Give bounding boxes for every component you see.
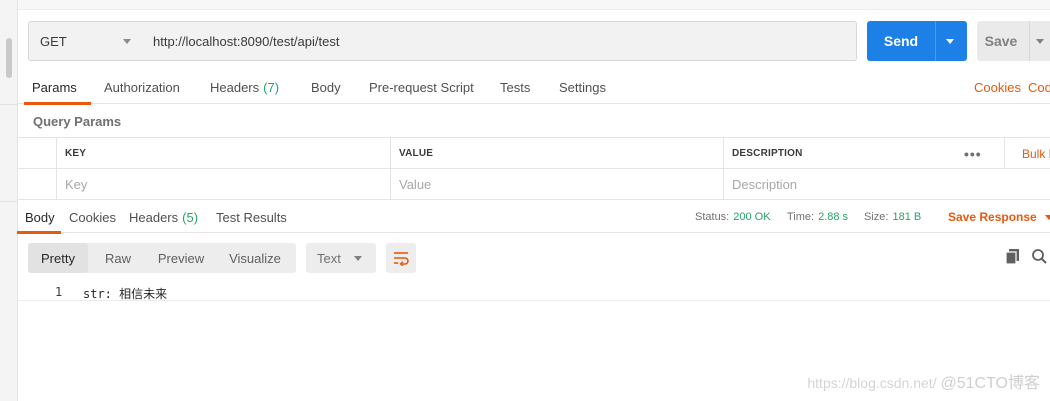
method-value: GET <box>40 33 67 49</box>
tab-label: Pre-request Script <box>369 80 474 95</box>
send-options-chevron-icon[interactable] <box>946 39 954 44</box>
tab-label: Authorization <box>104 80 180 95</box>
save-response-label: Save Response <box>948 210 1037 224</box>
tab-count: (5) <box>182 209 199 225</box>
watermark-url: https://blog.csdn.net/ <box>807 375 937 391</box>
tab-label: Test Results <box>216 209 287 225</box>
placeholder: Description <box>732 177 798 192</box>
send-divider <box>935 21 936 61</box>
placeholder: Value <box>399 177 432 192</box>
time-readout: Time: 2.88 s <box>787 201 848 233</box>
tab-label: Params <box>32 80 77 95</box>
wrap-lines-button[interactable] <box>386 243 416 273</box>
chevron-down-icon <box>1044 214 1050 220</box>
watermark-brand: @51CTO博客 <box>940 375 1040 392</box>
save-response-button[interactable]: Save Response <box>948 201 1050 233</box>
tab-label: Headers <box>210 80 260 95</box>
left-sidebar-gutter <box>0 0 18 401</box>
tab-label: Body <box>25 209 55 225</box>
wrap-lines-icon <box>394 252 409 266</box>
status-label: Status: <box>695 211 730 223</box>
save-options-chevron-icon[interactable] <box>1036 39 1044 44</box>
pretty-button[interactable]: Pretty <box>28 243 88 273</box>
response-body-text: str: 相信未来 <box>83 287 168 301</box>
send-label: Send <box>883 33 919 49</box>
table-header-row: KEY VALUE DESCRIPTION ••• Bulk Edit <box>18 138 1050 169</box>
time-label: Time: <box>787 211 815 223</box>
tab-response-body[interactable]: Body <box>17 201 61 234</box>
tab-pre-request-script[interactable]: Pre-request Script <box>369 71 474 104</box>
bulk-edit-link[interactable]: Bulk Edit <box>1004 138 1050 169</box>
status-value: 200 OK <box>733 211 771 223</box>
tab-response-headers[interactable]: Headers (5) <box>129 201 198 233</box>
tab-label: Cookies <box>69 209 116 225</box>
tab-tests[interactable]: Tests <box>500 71 530 104</box>
url-value: http://localhost:8090/test/api/test <box>153 33 340 49</box>
time-value: 2.88 s <box>818 211 849 223</box>
more-options-icon[interactable]: ••• <box>964 138 982 169</box>
tab-body[interactable]: Body <box>311 71 341 104</box>
tab-headers[interactable]: Headers (7) <box>210 71 279 104</box>
response-editor[interactable] <box>18 283 1050 301</box>
query-params-table: KEY VALUE DESCRIPTION ••• Bulk Edit Key … <box>18 137 1050 200</box>
query-params-title: Query Params <box>33 114 122 129</box>
tab-test-results[interactable]: Test Results <box>216 201 287 233</box>
tab-settings[interactable]: Settings <box>559 71 606 104</box>
chevron-down-icon <box>354 256 362 261</box>
tab-authorization[interactable]: Authorization <box>104 71 180 104</box>
raw-button[interactable]: Raw <box>88 243 148 273</box>
column-label: KEY <box>65 148 87 159</box>
table-row: Key Value Description <box>18 169 1050 200</box>
status-readout: Status: 200 OK <box>695 201 771 233</box>
size-readout: Size: 181 B <box>864 201 921 233</box>
column-label: VALUE <box>399 148 434 159</box>
column-label: DESCRIPTION <box>732 148 803 159</box>
key-column-header: KEY <box>56 138 390 169</box>
code-link[interactable]: Code <box>1028 71 1050 104</box>
tab-label: Headers <box>129 209 179 225</box>
format-value: Text <box>317 250 341 266</box>
save-label: Save <box>984 33 1018 49</box>
description-input[interactable]: Description <box>723 169 1050 200</box>
gutter-divider <box>0 201 18 202</box>
send-button[interactable]: Send <box>867 21 967 61</box>
tab-label: Body <box>311 80 341 95</box>
tab-strip <box>18 0 1050 10</box>
visualize-button[interactable]: Visualize <box>214 243 296 273</box>
size-value: 181 B <box>892 211 922 223</box>
url-input[interactable]: http://localhost:8090/test/api/test <box>143 21 857 61</box>
placeholder: Key <box>65 177 88 192</box>
save-button[interactable]: Save <box>977 21 1050 61</box>
preview-button[interactable]: Preview <box>148 243 214 273</box>
cookies-link[interactable]: Cookies <box>974 71 1021 104</box>
tab-count: (7) <box>263 80 280 95</box>
view-mode-group: Pretty Raw Preview Visualize <box>28 243 296 273</box>
copy-icon[interactable] <box>1005 248 1021 266</box>
description-column-header: DESCRIPTION <box>723 138 1004 169</box>
request-tabs: Params Authorization Headers (7) Body Pre… <box>18 71 1050 105</box>
tab-params[interactable]: Params <box>24 71 91 105</box>
gutter-divider <box>0 104 18 105</box>
line-number: 1 <box>55 285 63 299</box>
size-label: Size: <box>864 211 889 223</box>
method-select[interactable]: GET <box>28 21 144 61</box>
value-input[interactable]: Value <box>390 169 723 200</box>
key-input[interactable]: Key <box>56 169 390 200</box>
chevron-down-icon <box>123 39 131 44</box>
tab-label: Settings <box>559 80 606 95</box>
value-column-header: VALUE <box>390 138 723 169</box>
watermark: https://blog.csdn.net/ @51CTO博客 <box>807 369 1040 393</box>
format-select[interactable]: Text <box>306 243 376 273</box>
save-divider <box>1029 21 1030 61</box>
sidebar-scrollbar[interactable] <box>6 38 12 78</box>
tab-label: Tests <box>500 80 531 95</box>
search-icon[interactable] <box>1031 248 1047 266</box>
tab-response-cookies[interactable]: Cookies <box>69 201 116 233</box>
